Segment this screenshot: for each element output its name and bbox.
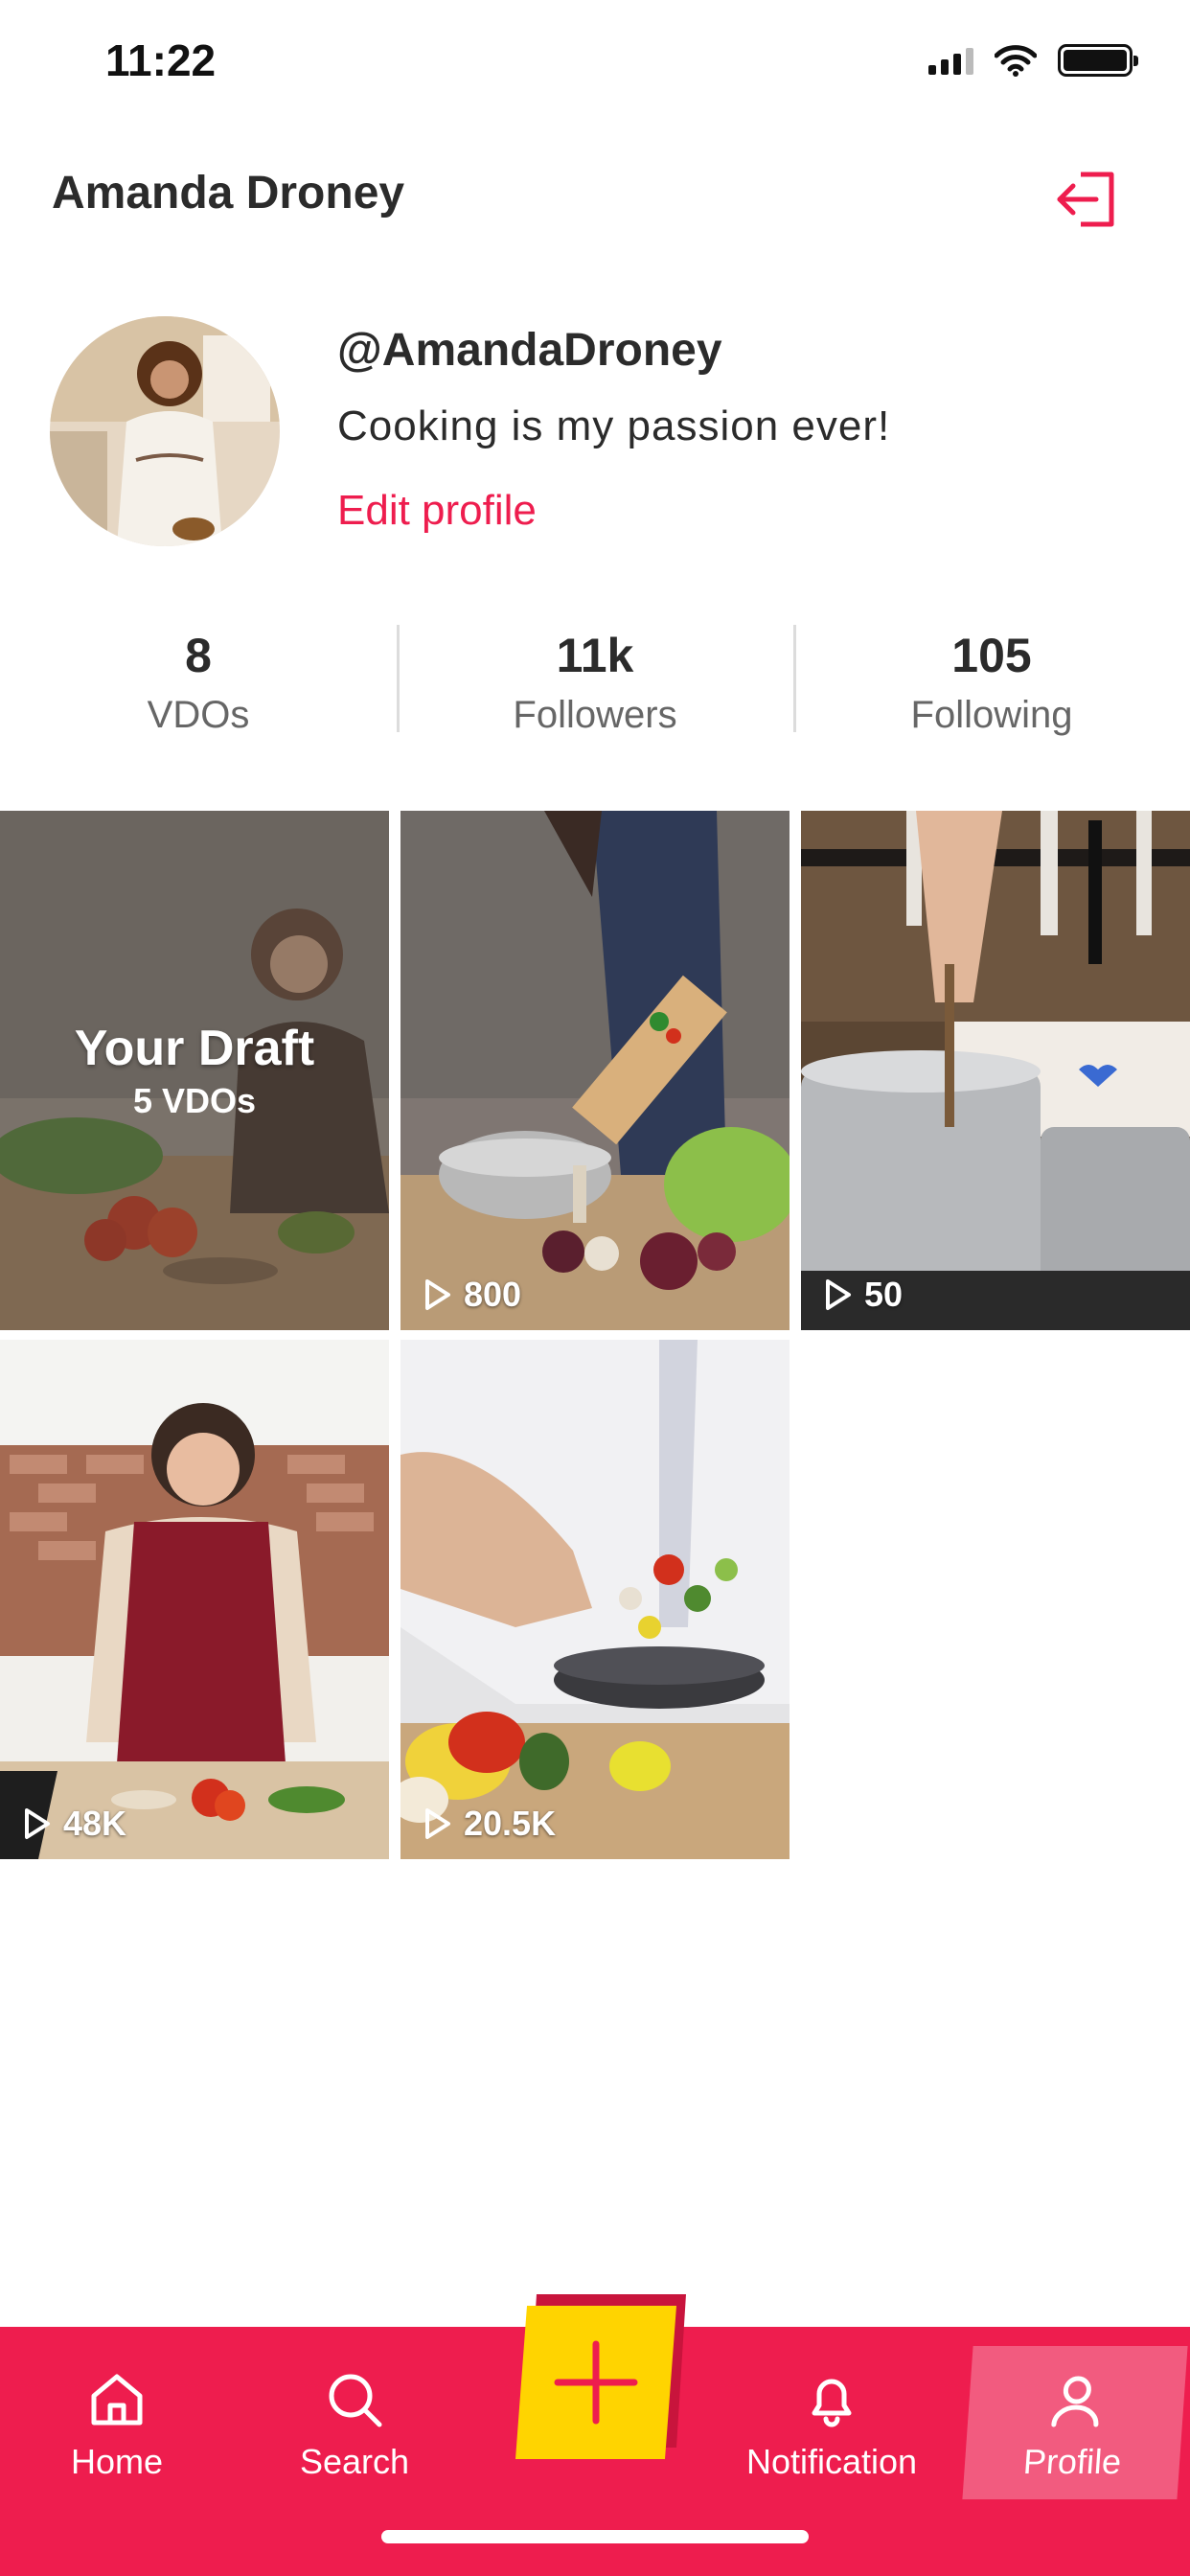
views-count: 20.5K <box>464 1804 557 1843</box>
status-bar: 11:22 <box>0 0 1190 125</box>
stat-value: 8 <box>185 629 212 682</box>
home-icon <box>91 2374 143 2426</box>
nav-search[interactable]: Search <box>249 2346 460 2499</box>
cellular-signal-icon <box>928 46 973 75</box>
battery-icon <box>1058 44 1138 77</box>
profile-bio: Cooking is my passion ever! <box>337 402 891 449</box>
views-count: 50 <box>864 1275 904 1314</box>
profile-handle: @AmandaDroney <box>337 325 722 376</box>
video-thumbnail <box>400 1340 790 1859</box>
logout-icon[interactable] <box>1052 165 1121 234</box>
stat-vdos[interactable]: 8 VDOs <box>0 621 397 736</box>
wifi-icon <box>995 45 1037 77</box>
profile-stats: 8 VDOs 11k Followers 105 Following <box>0 621 1190 736</box>
nav-label: Search <box>299 2442 410 2481</box>
video-views: 800 <box>423 1275 521 1315</box>
views-count: 48K <box>63 1804 127 1843</box>
video-thumbnail <box>400 811 790 1330</box>
stat-value: 11k <box>556 629 634 682</box>
status-time: 11:22 <box>105 35 217 85</box>
stat-label: VDOs <box>147 694 250 736</box>
stat-label: Following <box>910 694 1073 736</box>
video-tile[interactable]: 800 <box>400 811 790 1330</box>
draft-title: Your Draft <box>74 1021 315 1076</box>
avatar[interactable] <box>50 316 280 546</box>
play-icon <box>425 1808 450 1839</box>
nav-label: Notification <box>745 2442 918 2481</box>
add-video-button[interactable] <box>515 2294 686 2459</box>
play-icon <box>425 1279 450 1310</box>
status-icons <box>928 44 1138 77</box>
stat-followers[interactable]: 11k Followers <box>397 621 793 736</box>
video-tile[interactable]: 50 <box>801 811 1190 1330</box>
video-tile[interactable]: 20.5K <box>400 1340 790 1859</box>
stat-following[interactable]: 105 Following <box>793 621 1190 736</box>
views-count: 800 <box>464 1275 522 1314</box>
play-icon <box>826 1279 851 1310</box>
play-icon <box>25 1808 50 1839</box>
nav-label: Home <box>70 2442 164 2481</box>
search-icon <box>329 2374 382 2427</box>
video-tile[interactable]: 48K <box>0 1340 389 1859</box>
home-indicator <box>381 2530 809 2543</box>
bottom-nav: Home Search Notification Profile <box>0 2294 1190 2576</box>
video-views: 48K <box>23 1804 126 1844</box>
draft-tile[interactable]: Your Draft 5 VDOs <box>0 811 389 1330</box>
nav-home[interactable]: Home <box>11 2346 222 2499</box>
video-thumbnail <box>0 1340 389 1859</box>
nav-label: Profile <box>1021 2442 1123 2481</box>
nav-profile[interactable]: Profile <box>962 2346 1188 2499</box>
stat-label: Followers <box>513 694 677 736</box>
nav-notification[interactable]: Notification <box>726 2346 937 2499</box>
user-icon <box>1051 2376 1099 2427</box>
page-title: Amanda Droney <box>52 168 405 218</box>
draft-count: 5 VDOs <box>132 1081 257 1120</box>
stat-value: 105 <box>951 629 1032 682</box>
bell-icon <box>812 2379 852 2427</box>
video-views: 50 <box>824 1275 903 1315</box>
video-thumbnail <box>801 811 1190 1330</box>
edit-profile-link[interactable]: Edit profile <box>337 487 537 535</box>
video-views: 20.5K <box>423 1804 556 1844</box>
